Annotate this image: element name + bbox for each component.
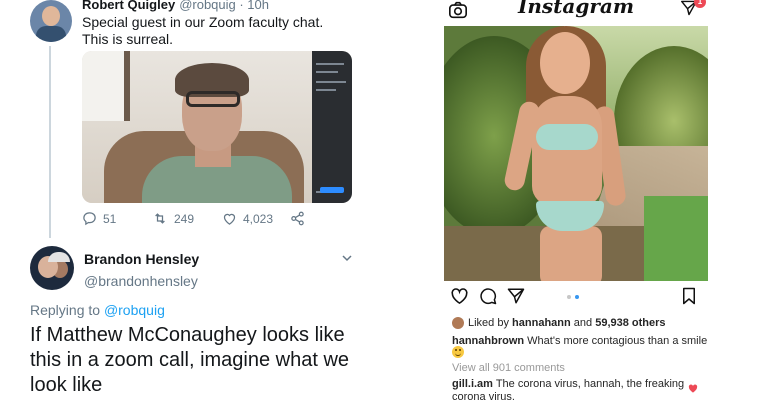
instagram-header: Instagram 1 bbox=[436, 0, 716, 24]
replying-to: Replying to @robquig bbox=[30, 302, 165, 318]
share-button[interactable] bbox=[290, 211, 311, 226]
comment-icon[interactable] bbox=[479, 287, 497, 305]
tweet-thread: Robert Quigley @robquig · 10h Special gue… bbox=[0, 0, 372, 402]
bookmark-icon[interactable] bbox=[681, 287, 697, 305]
avatar-robert-quigley[interactable] bbox=[30, 0, 72, 42]
replying-to-mention[interactable]: @robquig bbox=[104, 302, 165, 318]
share-icon[interactable] bbox=[507, 287, 525, 305]
replying-to-label: Replying to bbox=[30, 302, 104, 318]
instagram-logo: Instagram bbox=[518, 0, 634, 18]
view-all-comments-link[interactable]: View all 901 comments bbox=[452, 362, 565, 374]
tweet2-author-handle[interactable]: @brandonhensley bbox=[84, 273, 198, 289]
reply-button[interactable]: 51 bbox=[82, 211, 116, 226]
liked-by-user[interactable]: hannahann bbox=[512, 317, 571, 329]
tweet1-author-name[interactable]: Robert Quigley bbox=[82, 0, 175, 12]
zoom-chat-panel bbox=[312, 51, 352, 203]
smile-emoji-icon bbox=[452, 346, 464, 358]
caption-username[interactable]: hannahbrown bbox=[452, 335, 524, 347]
tweet1-author[interactable]: Robert Quigley @robquig · 10h bbox=[82, 0, 269, 12]
avatar-brandon-hensley[interactable] bbox=[30, 246, 74, 290]
reply-count: 51 bbox=[103, 211, 117, 226]
tweet2-text: If Matthew McConaughey looks like this i… bbox=[30, 324, 350, 396]
reply-icon bbox=[83, 212, 96, 226]
carousel-indicator bbox=[567, 295, 579, 299]
instagram-post: Instagram 1 Liked by hannahann and 59,93… bbox=[436, 0, 716, 402]
retweet-button[interactable]: 249 bbox=[152, 211, 194, 226]
comment-username[interactable]: gill.i.am bbox=[452, 378, 493, 390]
caption-text: What's more contagious than a smile bbox=[524, 335, 708, 347]
retweet-icon bbox=[155, 213, 165, 224]
liked-by-prefix: Liked by bbox=[468, 317, 509, 329]
post-caption: hannahbrown What's more contagious than … bbox=[452, 335, 712, 348]
chevron-down-icon[interactable] bbox=[342, 255, 352, 262]
liked-by-and: and bbox=[573, 317, 593, 329]
tweet1-media-zoom-screenshot[interactable] bbox=[82, 51, 352, 203]
tweet1-actions: 51 249 4,023 bbox=[82, 211, 352, 229]
liked-by-others[interactable]: 59,938 others bbox=[595, 317, 665, 329]
comment-heart-icon[interactable] bbox=[688, 384, 698, 393]
thread-connector-line bbox=[49, 46, 51, 238]
liker-avatar bbox=[452, 317, 464, 329]
like-button[interactable]: 4,023 bbox=[222, 211, 273, 226]
share-icon bbox=[291, 211, 304, 226]
tweet2-author-name[interactable]: Brandon Hensley bbox=[84, 251, 199, 267]
heart-icon bbox=[223, 213, 236, 225]
post-actions bbox=[436, 287, 716, 309]
retweet-count: 249 bbox=[174, 211, 195, 226]
like-count: 4,023 bbox=[243, 211, 274, 226]
comment: gill.i.am The corona virus, hannah, the … bbox=[452, 378, 692, 402]
heart-icon[interactable] bbox=[450, 287, 469, 305]
tweet1-author-handle: @robquig · 10h bbox=[179, 0, 269, 12]
post-photo[interactable] bbox=[444, 26, 708, 281]
tweet1-text: Special guest in our Zoom faculty chat. … bbox=[82, 14, 324, 47]
likes-summary[interactable]: Liked by hannahann and 59,938 others bbox=[452, 317, 666, 329]
